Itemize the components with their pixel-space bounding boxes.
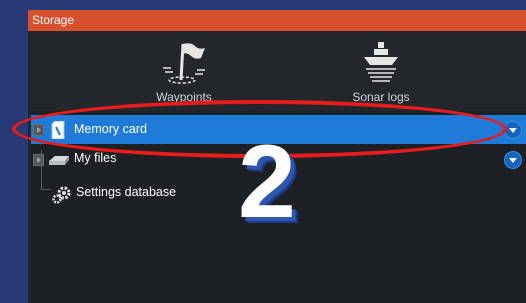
tree-item-label: Settings database <box>76 185 177 199</box>
settings-gear-icon <box>52 186 72 209</box>
flag-icon <box>163 43 205 84</box>
dialog-title: Storage <box>32 13 75 27</box>
drive-icon <box>47 154 71 172</box>
dialog-titlebar: Storage <box>28 10 526 31</box>
boat-sonar-icon <box>364 42 398 82</box>
expand-toggle-icon[interactable] <box>33 154 44 166</box>
tree-connector-line <box>41 189 51 190</box>
step-number: 2 <box>238 124 296 240</box>
dropdown-chevron-icon[interactable] <box>504 151 522 169</box>
tree-item-label: My files <box>74 151 117 165</box>
tree-connector-line <box>41 150 42 190</box>
